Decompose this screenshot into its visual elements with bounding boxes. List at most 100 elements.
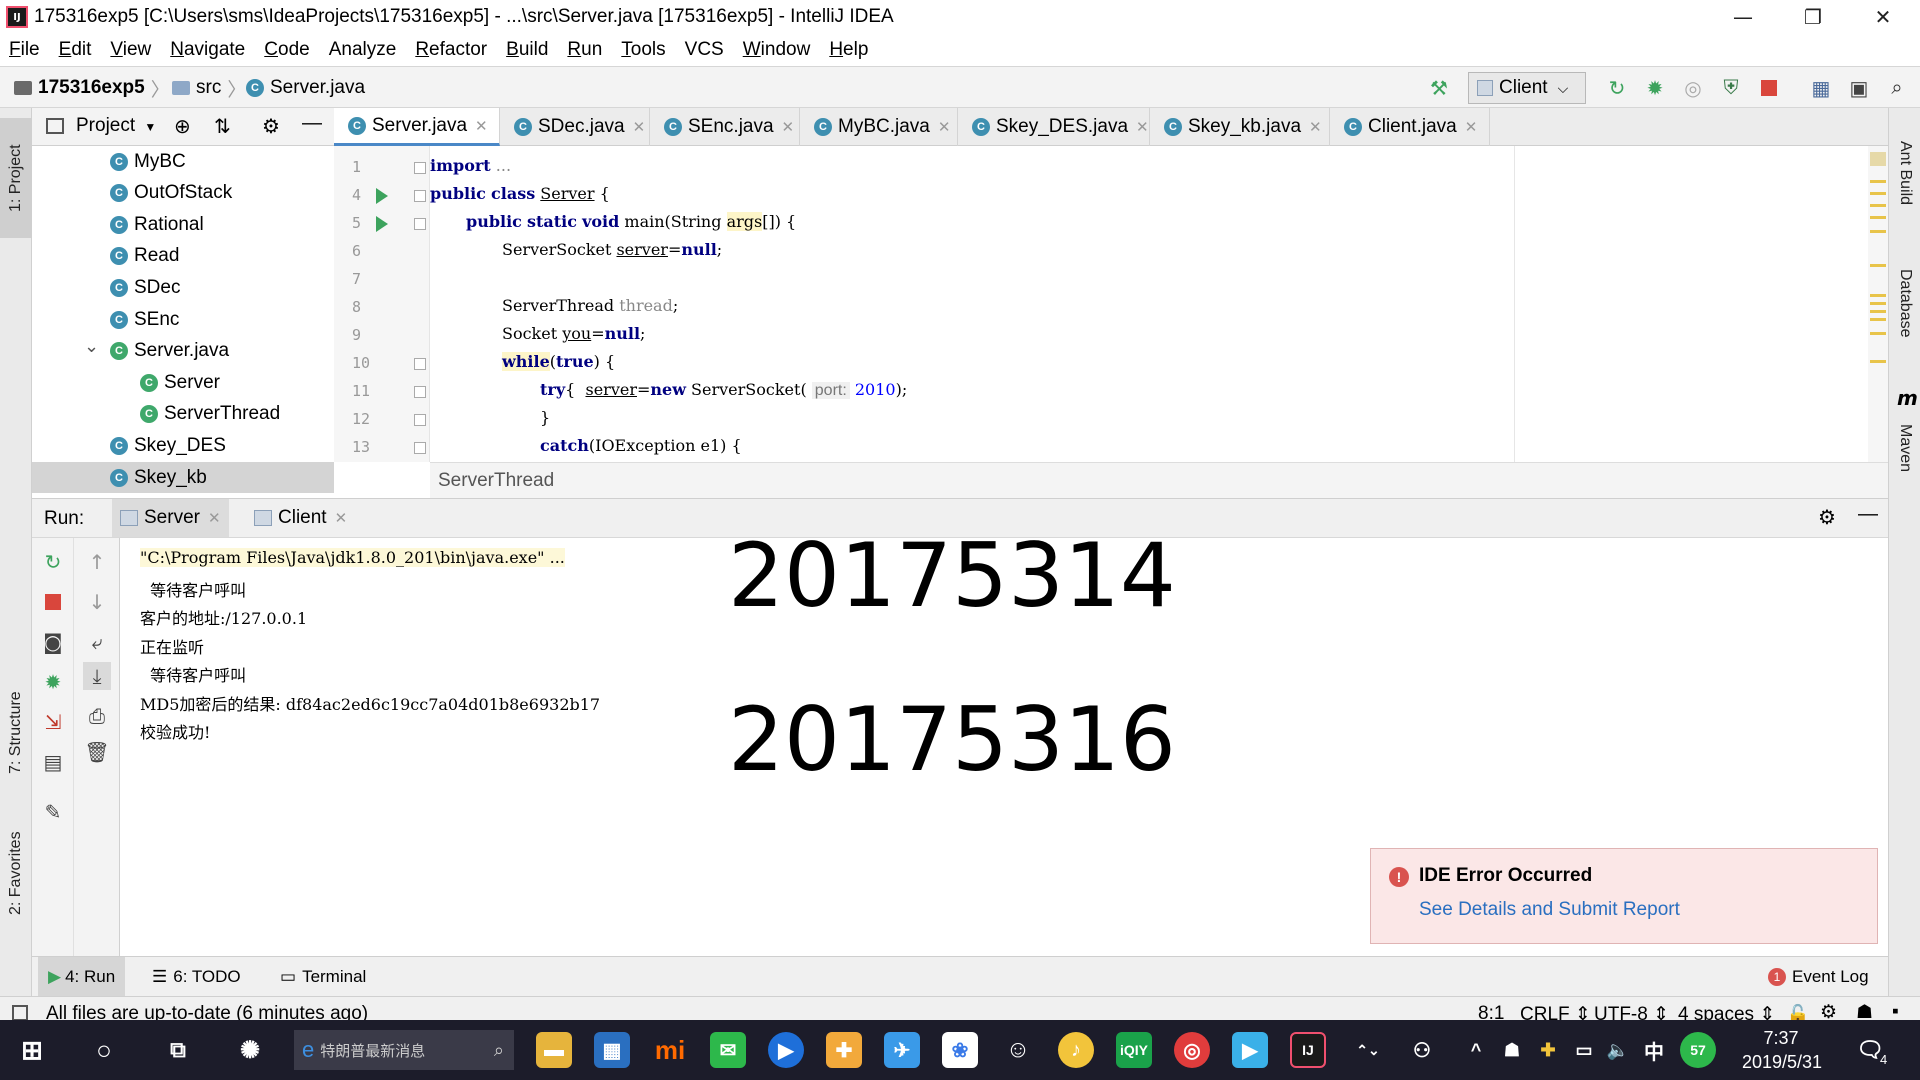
menu-analyze[interactable]: Analyze	[320, 39, 407, 61]
project-structure-icon[interactable]: ▦	[1808, 75, 1834, 101]
code-editor[interactable]: import ... public class Server { public …	[430, 146, 1888, 462]
task-view-icon[interactable]: ⧉	[160, 1032, 196, 1068]
media-player-icon[interactable]: ▶	[768, 1032, 804, 1068]
print-icon[interactable]: ⎙	[83, 702, 111, 730]
netease-music-icon[interactable]: ◎	[1174, 1032, 1210, 1068]
wechat-icon[interactable]: ✉	[710, 1032, 746, 1068]
video-app-icon[interactable]: ▶	[1232, 1032, 1268, 1068]
breadcrumb-file[interactable]: C Server.java	[246, 67, 365, 109]
hide-panel-icon[interactable]: —	[302, 112, 322, 135]
tree-item[interactable]: C Skey_kb	[32, 462, 334, 493]
menu-file[interactable]: File	[0, 39, 50, 61]
presentation-icon[interactable]: ▣	[1846, 75, 1872, 101]
mail-icon[interactable]: ✈	[884, 1032, 920, 1068]
maven-tool-tab[interactable]: Maven	[1889, 408, 1920, 488]
store-icon[interactable]: ▦	[594, 1032, 630, 1068]
trash-icon[interactable]: 🗑	[83, 738, 111, 766]
menu-help[interactable]: Help	[820, 39, 878, 61]
mi-icon[interactable]: mi	[652, 1032, 688, 1068]
tree-item[interactable]: C Rational	[32, 209, 334, 240]
gear-icon[interactable]: ⚙	[1818, 505, 1836, 530]
fold-marker-icon[interactable]	[414, 162, 426, 174]
security-icon[interactable]: ✚	[1530, 1032, 1566, 1068]
editor-tab[interactable]: C Client.java ✕	[1330, 108, 1490, 146]
tree-item[interactable]: C Skey_DES	[32, 430, 334, 461]
run-gutter-icon[interactable]	[376, 188, 388, 204]
coverage-icon[interactable]: ◎	[1680, 75, 1706, 101]
camera-icon[interactable]: ◙	[39, 628, 67, 656]
layout-icon[interactable]: ▤	[39, 748, 67, 776]
tray-badge-icon[interactable]: 57	[1680, 1032, 1716, 1068]
error-stripe[interactable]	[1868, 146, 1888, 462]
run-tab[interactable]: Client ✕	[246, 499, 355, 537]
qq-icon[interactable]: ☺	[1000, 1032, 1036, 1068]
tree-item[interactable]: C Server	[32, 367, 334, 398]
tree-item[interactable]: C SEnc	[32, 304, 334, 335]
battery-icon[interactable]: ▭	[1566, 1032, 1602, 1068]
music-app-icon[interactable]: ♪	[1058, 1032, 1094, 1068]
menu-view[interactable]: View	[101, 39, 161, 61]
close-icon[interactable]: ✕	[475, 117, 488, 135]
editor-tab[interactable]: C Skey_DES.java ✕	[958, 108, 1150, 146]
tree-item[interactable]: C MyBC	[32, 146, 334, 177]
terminal-tool-tab[interactable]: ▭ Terminal	[280, 957, 366, 997]
run-tab[interactable]: Server ✕	[112, 499, 229, 537]
editor-tab[interactable]: C SEnc.java ✕	[650, 108, 800, 146]
ide-error-popup[interactable]: ! IDE Error Occurred See Details and Sub…	[1370, 848, 1878, 944]
event-log-tool-tab[interactable]: 1 Event Log	[1768, 957, 1869, 997]
file-explorer-icon[interactable]: ▬	[536, 1032, 572, 1068]
gear-icon[interactable]: ⚙	[262, 114, 280, 139]
close-icon[interactable]: ✕	[633, 118, 646, 136]
close-icon[interactable]: ✕	[1465, 118, 1478, 136]
fold-marker-icon[interactable]	[414, 442, 426, 454]
favorites-tool-tab[interactable]: 2: Favorites	[0, 808, 32, 938]
menu-tools[interactable]: Tools	[612, 39, 675, 61]
editor-breadcrumb[interactable]: ServerThread	[430, 462, 1888, 498]
structure-tool-tab[interactable]: 7: Structure	[0, 668, 32, 798]
menu-edit[interactable]: Edit	[50, 39, 102, 61]
stop-icon[interactable]	[1756, 75, 1782, 101]
tree-item[interactable]: C Read	[32, 241, 334, 272]
breadcrumb-src[interactable]: src 〉	[172, 67, 252, 109]
close-icon[interactable]: ✕	[1136, 118, 1149, 136]
tree-item[interactable]: ⌄ C Server.java	[32, 336, 334, 367]
editor-tab[interactable]: C Skey_kb.java ✕	[1150, 108, 1330, 146]
menu-code[interactable]: Code	[255, 39, 319, 61]
run-config-select[interactable]: Client ⌵	[1468, 72, 1586, 104]
menu-window[interactable]: Window	[734, 39, 821, 61]
ant-build-tool-tab[interactable]: Ant Build	[1889, 118, 1920, 228]
close-icon[interactable]: ✕	[782, 118, 795, 136]
cortana-icon[interactable]: ○	[86, 1032, 122, 1068]
windows-start-icon[interactable]: ⊞	[14, 1032, 50, 1068]
run-tool-tab[interactable]: ▶ 4: Run	[38, 957, 126, 997]
todo-tool-tab[interactable]: ☰ 6: TODO	[152, 957, 241, 997]
stop-icon[interactable]	[39, 588, 67, 616]
menu-run[interactable]: Run	[558, 39, 612, 61]
puzzle-app-icon[interactable]: ✚	[826, 1032, 862, 1068]
ime-indicator[interactable]: 中	[1636, 1032, 1672, 1068]
soft-wrap-icon[interactable]: ⤶	[83, 628, 111, 656]
taskbar-search[interactable]: e 特朗普最新消息 ⌕	[294, 1030, 514, 1070]
tree-item[interactable]: C OutOfStack	[32, 178, 334, 209]
close-icon[interactable]: ✕	[208, 509, 221, 527]
cloud-app-icon[interactable]: ❀	[942, 1032, 978, 1068]
hide-panel-icon[interactable]: —	[1858, 503, 1878, 526]
menu-navigate[interactable]: Navigate	[161, 39, 255, 61]
breadcrumb-project[interactable]: 175316exp5 〉	[14, 67, 176, 109]
menu-vcs[interactable]: VCS	[676, 39, 734, 61]
debug-settings-icon[interactable]: ✹	[39, 668, 67, 696]
editor-tab[interactable]: C MyBC.java ✕	[800, 108, 958, 146]
chevron-down-icon[interactable]: ⌄	[84, 336, 99, 357]
fold-marker-icon[interactable]	[414, 190, 426, 202]
locate-crosshair-icon[interactable]: ⊕	[174, 114, 191, 139]
arrow-up-icon[interactable]: ↑	[83, 548, 111, 576]
fold-marker-icon[interactable]	[414, 414, 426, 426]
clock-date[interactable]: 2019/5/31	[1728, 1052, 1836, 1073]
editor-tab[interactable]: C Server.java ✕	[334, 108, 500, 146]
error-details-link[interactable]: See Details and Submit Report	[1419, 899, 1680, 921]
project-tool-tab[interactable]: 1: Project	[0, 118, 32, 238]
inspection-status-icon[interactable]	[1870, 152, 1886, 166]
build-hammer-icon[interactable]: ⚒	[1426, 75, 1452, 101]
scroll-to-end-icon[interactable]: ⤓	[83, 662, 111, 690]
iqiyi-icon[interactable]: iQIY	[1116, 1032, 1152, 1068]
